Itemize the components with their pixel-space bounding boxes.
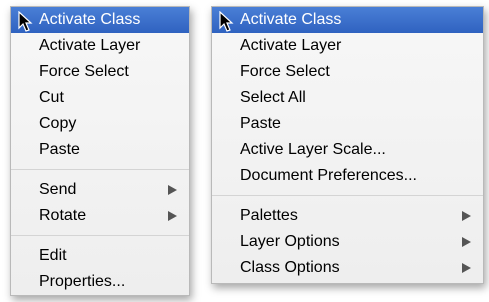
menu-item-label: Send	[39, 181, 77, 198]
menu-item-send[interactable]: Send	[11, 177, 189, 203]
menu-item-label: Select All	[240, 89, 306, 106]
menu-item-layer-options[interactable]: Layer Options	[212, 229, 483, 255]
menu-item-palettes[interactable]: Palettes	[212, 203, 483, 229]
menu-item-paste[interactable]: Paste	[11, 137, 189, 163]
menu-item-label: Layer Options	[240, 233, 340, 250]
menu-item-label: Document Preferences...	[240, 167, 417, 184]
menu-item-active-layer-scale[interactable]: Active Layer Scale...	[212, 137, 483, 163]
menu-item-label: Properties...	[39, 273, 126, 290]
menu-item-label: Activate Layer	[240, 37, 342, 54]
menu-item-copy[interactable]: Copy	[11, 111, 189, 137]
menu-item-class-options[interactable]: Class Options	[212, 255, 483, 281]
menu-item-label: Force Select	[240, 63, 330, 80]
menu-item-label: Force Select	[39, 63, 129, 80]
menu-item-force-select[interactable]: Force Select	[11, 59, 189, 85]
menu-item-document-preferences[interactable]: Document Preferences...	[212, 163, 483, 189]
menu-item-cut[interactable]: Cut	[11, 85, 189, 111]
menu-item-paste[interactable]: Paste	[212, 111, 483, 137]
mouse-pointer-icon	[219, 11, 234, 32]
menu-separator	[212, 189, 483, 203]
menu-separator	[11, 229, 189, 243]
menu-item-activate-class[interactable]: Activate Class	[212, 7, 483, 33]
menu-item-label: Copy	[39, 115, 77, 132]
menu-item-label: Activate Class	[240, 11, 342, 28]
submenu-arrow-icon	[462, 263, 471, 273]
menu-item-force-select[interactable]: Force Select	[212, 59, 483, 85]
submenu-arrow-icon	[462, 211, 471, 221]
mouse-pointer-icon	[18, 11, 33, 32]
menu-item-label: Active Layer Scale...	[240, 141, 386, 158]
menu-item-label: Cut	[39, 89, 64, 106]
menu-item-select-all[interactable]: Select All	[212, 85, 483, 111]
submenu-arrow-icon	[168, 211, 177, 221]
submenu-arrow-icon	[168, 185, 177, 195]
menu-item-edit[interactable]: Edit	[11, 243, 189, 269]
menu-item-label: Activate Class	[39, 11, 141, 28]
menu-separator	[11, 163, 189, 177]
menu-item-label: Edit	[39, 247, 67, 264]
menu-item-activate-layer[interactable]: Activate Layer	[212, 33, 483, 59]
menu-item-label: Activate Layer	[39, 37, 141, 54]
menu-item-activate-class[interactable]: Activate Class	[11, 7, 189, 33]
menu-item-label: Paste	[240, 115, 281, 132]
submenu-arrow-icon	[462, 237, 471, 247]
menu-item-rotate[interactable]: Rotate	[11, 203, 189, 229]
context-menu-left: Activate Class Activate Layer Force Sele…	[10, 6, 190, 296]
menu-item-activate-layer[interactable]: Activate Layer	[11, 33, 189, 59]
menu-item-properties[interactable]: Properties...	[11, 269, 189, 295]
menu-item-label: Paste	[39, 141, 80, 158]
menu-item-label: Class Options	[240, 259, 340, 276]
menu-item-label: Rotate	[39, 207, 87, 224]
menu-item-label: Palettes	[240, 207, 298, 224]
context-menu-right: Activate Class Activate Layer Force Sele…	[211, 6, 484, 284]
